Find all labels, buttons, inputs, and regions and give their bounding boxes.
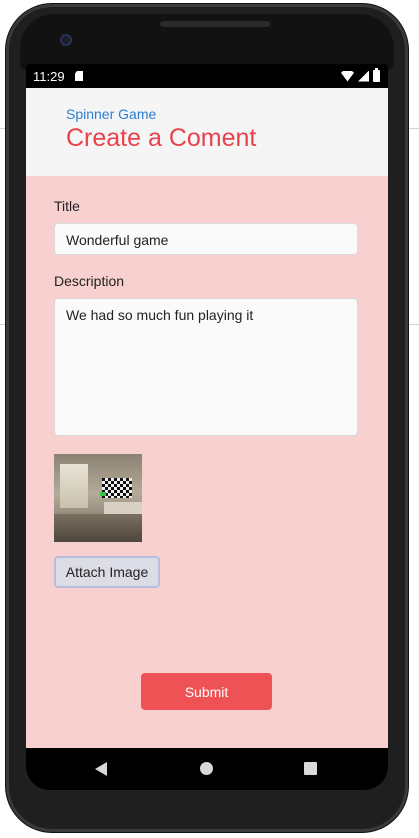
app-subtitle: Spinner Game bbox=[66, 106, 157, 122]
description-textarea-value: We had so much fun playing it bbox=[66, 307, 254, 323]
description-label: Description bbox=[54, 273, 125, 289]
status-bar: 11:29 bbox=[26, 64, 388, 88]
thumbnail-accent bbox=[100, 492, 106, 496]
back-icon[interactable] bbox=[95, 762, 107, 776]
signal-icon bbox=[358, 70, 369, 82]
attach-image-label: Attach Image bbox=[65, 564, 149, 580]
thumbnail-window bbox=[60, 464, 88, 508]
status-time: 11:29 bbox=[33, 69, 65, 84]
page-title: Create a Coment bbox=[66, 124, 257, 152]
attached-image-thumbnail bbox=[54, 454, 142, 542]
navigation-bar bbox=[26, 748, 388, 790]
app-header: Spinner Game Create a Coment bbox=[26, 88, 388, 176]
submit-button[interactable]: Submit bbox=[141, 673, 272, 710]
title-input-value: Wonderful game bbox=[66, 232, 169, 248]
background-divider bbox=[408, 324, 419, 325]
thumbnail-tv bbox=[102, 478, 132, 498]
status-icons bbox=[341, 68, 380, 82]
battery-icon bbox=[373, 68, 380, 82]
front-camera bbox=[60, 34, 72, 46]
attach-image-button[interactable]: Attach Image bbox=[54, 556, 160, 588]
title-label: Title bbox=[54, 198, 80, 214]
thumbnail-floor bbox=[54, 514, 142, 542]
title-input[interactable]: Wonderful game bbox=[54, 223, 358, 255]
speaker-grille bbox=[160, 21, 270, 27]
recent-apps-icon[interactable] bbox=[304, 762, 317, 775]
sd-card-icon bbox=[75, 71, 83, 81]
background-divider bbox=[408, 128, 419, 129]
wifi-icon bbox=[341, 70, 354, 82]
phone-screen: 11:29 Spinner Game Create a Coment Title… bbox=[26, 64, 388, 790]
home-icon[interactable] bbox=[200, 762, 213, 775]
description-textarea[interactable]: We had so much fun playing it bbox=[54, 298, 358, 436]
submit-label: Submit bbox=[184, 683, 229, 700]
comment-form: Title Wonderful game Description We had … bbox=[26, 176, 388, 748]
phone-frame: 11:29 Spinner Game Create a Coment Title… bbox=[6, 4, 408, 832]
thumbnail-cabinet bbox=[104, 502, 142, 514]
